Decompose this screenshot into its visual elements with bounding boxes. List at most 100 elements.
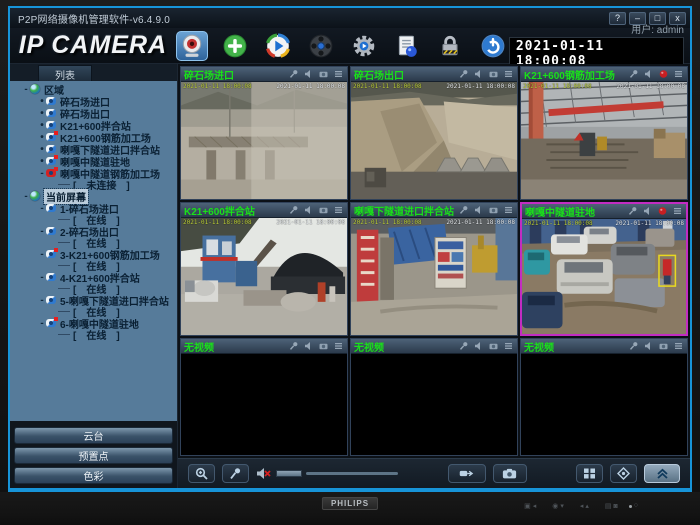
app-window: P2P网络摄像机管理软件-v6.4.9.0 ? – □ x IP CAMERA [8, 6, 692, 492]
menu-icon[interactable] [333, 341, 344, 351]
audio-icon[interactable] [303, 69, 314, 79]
record-icon[interactable] [318, 341, 329, 351]
camera-icon-recording [46, 319, 56, 327]
menu-icon[interactable] [503, 69, 514, 79]
talk-icon[interactable] [458, 69, 469, 79]
video-feed: 2021-01-11 18:00:08 2021-01-11 18:00:08 [181, 218, 347, 335]
power-led [629, 505, 632, 508]
video-feed: 2021-01-11 18:00:08 2021-01-11 18:00:08 [351, 218, 517, 335]
camera-icon [46, 109, 56, 117]
mute-speaker-icon[interactable] [256, 467, 272, 480]
preset-panel-button[interactable]: 预置点 [14, 447, 173, 464]
lock-button[interactable] [434, 31, 466, 61]
osd-buttons[interactable]: ▣◂ ◉▾ ◂▴ ▤◙ ○ [524, 502, 640, 510]
menu-icon[interactable] [673, 341, 684, 351]
video-cell-7-empty[interactable]: 无视频 [180, 338, 348, 456]
log-button[interactable] [391, 31, 423, 61]
osd-input-icon[interactable]: ▣◂ [524, 502, 538, 510]
menu-icon[interactable] [503, 205, 514, 215]
recording-active-icon[interactable] [658, 69, 669, 79]
talk-icon[interactable] [288, 341, 299, 351]
osd-volume-icon[interactable]: ◂▴ [580, 502, 591, 510]
talk-icon[interactable] [628, 341, 639, 351]
talk-icon[interactable] [458, 205, 469, 215]
volume-slider-track[interactable] [306, 472, 398, 475]
menu-icon[interactable] [503, 341, 514, 351]
cell-header: 喇嘎下隧道进口拌合站 [351, 203, 517, 218]
audio-icon[interactable] [643, 341, 654, 351]
video-cell-9-empty[interactable]: 无视频 [520, 338, 688, 456]
record-icon[interactable] [318, 69, 329, 79]
talk-icon[interactable] [628, 69, 639, 79]
audio-icon[interactable] [473, 69, 484, 79]
osd-timestamp: 2021-01-11 18:00:08 [446, 83, 515, 90]
talk-button[interactable] [222, 464, 249, 483]
digital-zoom-button[interactable] [188, 464, 215, 483]
toolbar-buttons [176, 31, 509, 61]
menu-icon[interactable] [333, 69, 344, 79]
pan-tilt-icon [616, 467, 631, 480]
camera-name-label: K21+600拌合站 [184, 203, 288, 218]
sidebar: 列表 -区域 •碎石场进口 •碎石场出口 •K21+600拌合站 •K21+60… [10, 64, 178, 488]
talk-icon[interactable] [288, 69, 299, 79]
menu-icon[interactable] [672, 206, 683, 216]
pan-tilt-button[interactable] [610, 464, 637, 483]
menu-icon[interactable] [673, 69, 684, 79]
playback-icon [265, 33, 291, 59]
audio-icon[interactable] [303, 341, 314, 351]
record-icon[interactable] [658, 341, 669, 351]
record-manage-button[interactable] [305, 31, 337, 61]
camera-name-label: 碎石场进口 [184, 67, 288, 82]
video-feed: 2021-01-11 18:00:08 2021-01-11 18:00:08 [181, 82, 347, 199]
power-icon [480, 33, 506, 59]
preview-button[interactable] [176, 31, 208, 61]
osd-timestamp: 2021-01-11 18:00:08 [276, 83, 345, 90]
scene-quarry-exit [351, 82, 517, 199]
video-feed-empty [521, 354, 687, 455]
osd-power-icon[interactable]: ○ [634, 502, 640, 510]
add-device-button[interactable] [219, 31, 251, 61]
ptz-panel-button[interactable]: 云台 [14, 427, 173, 444]
power-button[interactable] [477, 31, 509, 61]
record-icon[interactable] [488, 205, 499, 215]
scene-camp-parking [522, 219, 686, 334]
camera-icon [46, 227, 56, 235]
audio-icon[interactable] [473, 205, 484, 215]
layout-grid-button[interactable] [576, 464, 603, 483]
audio-icon[interactable] [303, 205, 314, 215]
settings-button[interactable] [348, 31, 380, 61]
playback-button[interactable] [262, 31, 294, 61]
osd-menu-icon[interactable]: ◉▾ [552, 502, 566, 510]
talk-icon[interactable] [458, 341, 469, 351]
menu-icon[interactable] [333, 205, 344, 215]
record-icon[interactable] [488, 69, 499, 79]
cell-header: K21+600钢筋加工场 [521, 67, 687, 82]
osd-auto-icon[interactable]: ▤◙ [605, 502, 620, 510]
volume-slider-fill[interactable] [276, 470, 302, 477]
scene-quarry-entrance [181, 82, 347, 199]
collapse-button[interactable] [644, 464, 680, 483]
video-cell-4[interactable]: K21+600拌合站 [180, 202, 348, 336]
main-toolbar: IP CAMERA 用户: admin 2021-01-11 18:00:08 [10, 28, 690, 64]
video-cell-6-selected[interactable]: 喇嘎中隧道驻地 [520, 202, 688, 336]
talk-icon[interactable] [627, 206, 638, 216]
audio-icon[interactable] [643, 69, 654, 79]
audio-icon[interactable] [642, 206, 653, 216]
video-cell-5[interactable]: 喇嘎下隧道进口拌合站 [350, 202, 518, 336]
snapshot-button[interactable] [493, 464, 527, 483]
record-icon[interactable] [318, 205, 329, 215]
no-video-label: 无视频 [354, 339, 458, 354]
talk-icon[interactable] [288, 205, 299, 215]
main-area: 列表 -区域 •碎石场进口 •碎石场出口 •K21+600拌合站 •K21+60… [10, 64, 690, 488]
recording-active-icon[interactable] [657, 206, 668, 216]
audio-icon[interactable] [473, 341, 484, 351]
color-panel-button[interactable]: 色彩 [14, 467, 173, 484]
record-icon[interactable] [488, 341, 499, 351]
video-cell-2[interactable]: 碎石场出口 [350, 66, 518, 200]
video-cell-8-empty[interactable]: 无视频 [350, 338, 518, 456]
video-feed: 2021-01-11 18:00:08 2021-01-11 18:00:08 [521, 82, 687, 199]
video-cell-1[interactable]: 碎石场进口 [180, 66, 348, 200]
stream-button[interactable] [448, 464, 486, 483]
video-cell-3[interactable]: K21+600钢筋加工场 [520, 66, 688, 200]
camera-icon [46, 273, 56, 281]
